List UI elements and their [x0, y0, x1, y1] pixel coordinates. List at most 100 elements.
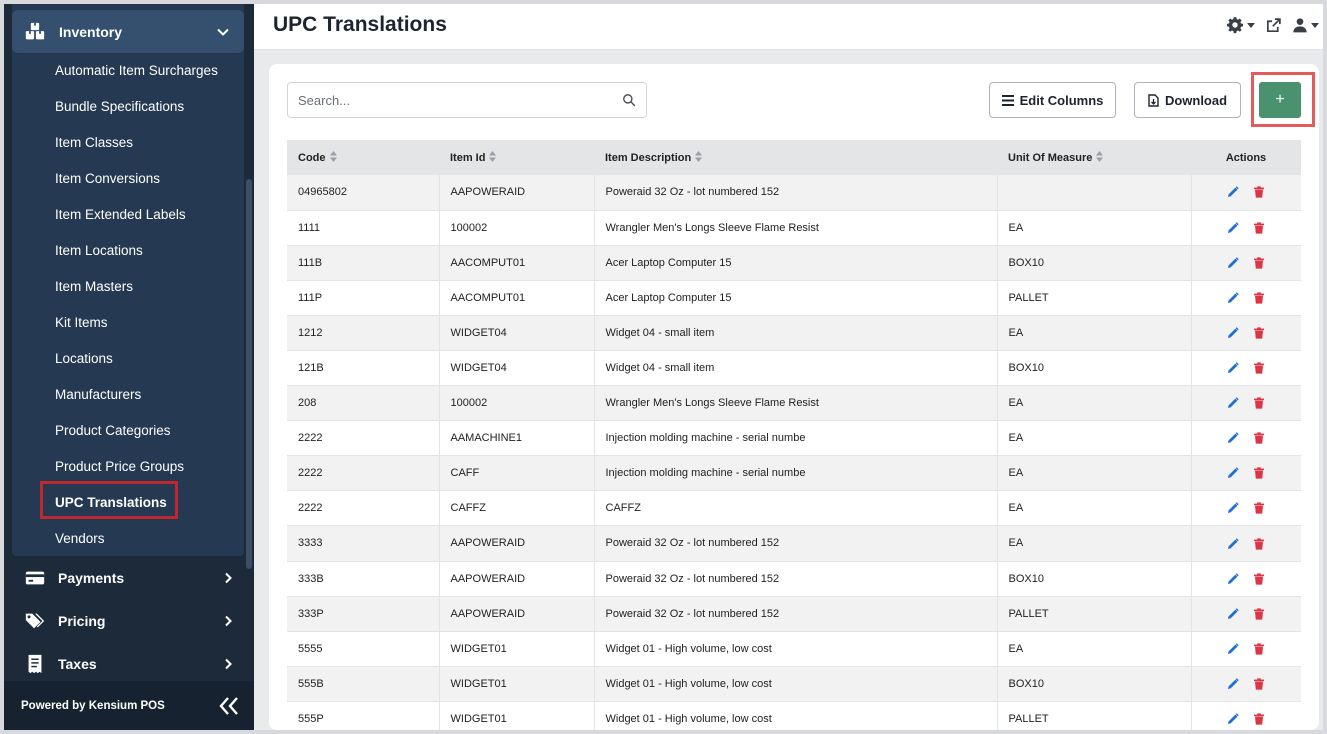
external-link-icon[interactable]	[1265, 17, 1282, 34]
cell-item-id: WIDGET04	[439, 350, 595, 387]
table-row[interactable]: 111B AACOMPUT01 Acer Laptop Computer 15 BOX…	[287, 245, 1301, 281]
sidebar-group-pricing[interactable]: Pricing	[12, 603, 244, 639]
delete-trash-icon[interactable]	[1253, 257, 1265, 269]
table-row[interactable]: 1212 WIDGET04 Widget 04 - small item EA	[287, 315, 1301, 351]
delete-trash-icon[interactable]	[1253, 397, 1265, 409]
sidebar-item-product-price-groups[interactable]: Product Price Groups	[55, 459, 184, 474]
sidebar-group-payments[interactable]: Payments	[12, 560, 244, 596]
edit-pencil-icon[interactable]	[1227, 397, 1239, 409]
edit-pencil-icon[interactable]	[1227, 362, 1239, 374]
cell-item-description: Injection molding machine - serial numbe	[594, 455, 998, 492]
column-header-item-id[interactable]: Item Id	[439, 140, 594, 175]
sort-icon	[489, 151, 497, 162]
table-row[interactable]: 5555 WIDGET01 Widget 01 - High volume, low…	[287, 631, 1301, 667]
cell-code: 555B	[287, 666, 440, 702]
cell-actions	[1191, 350, 1301, 387]
table-row[interactable]: 2222 AAMACHINE1 Injection molding machine …	[287, 420, 1301, 457]
table-row[interactable]: 04965802 AAPOWERAID Poweraid 32 Oz - lot n…	[287, 175, 1301, 211]
settings-menu[interactable]	[1226, 16, 1255, 34]
delete-trash-icon[interactable]	[1253, 292, 1265, 304]
sidebar-item-item-conversions[interactable]: Item Conversions	[55, 171, 160, 186]
cell-item-id: AAPOWERAID	[439, 525, 595, 562]
delete-trash-icon[interactable]	[1253, 573, 1265, 585]
download-button[interactable]: Download	[1134, 82, 1241, 118]
table-row[interactable]: 555B WIDGET01 Widget 01 - High volume, low…	[287, 666, 1301, 702]
edit-pencil-icon[interactable]	[1227, 221, 1239, 234]
sidebar-item-vendors[interactable]: Vendors	[55, 531, 105, 546]
delete-trash-icon[interactable]	[1253, 467, 1265, 479]
edit-pencil-icon[interactable]	[1227, 572, 1239, 585]
search-icon[interactable]	[622, 93, 636, 107]
table-row[interactable]: 333B AAPOWERAID Poweraid 32 Oz - lot numbe…	[287, 561, 1301, 597]
delete-trash-icon[interactable]	[1253, 222, 1265, 234]
edit-pencil-icon[interactable]	[1227, 327, 1239, 339]
sidebar-item-manufacturers[interactable]: Manufacturers	[55, 387, 141, 402]
column-header-unit-of-measure[interactable]: Unit Of Measure	[997, 140, 1191, 175]
cell-item-description: CAFFZ	[594, 490, 998, 527]
cell-unit-of-measure: PALLET	[997, 280, 1192, 316]
table-row[interactable]: 555P WIDGET01 Widget 01 - High volume, low…	[287, 701, 1301, 730]
edit-pencil-icon[interactable]	[1227, 186, 1239, 198]
edit-pencil-icon[interactable]	[1227, 292, 1239, 304]
sidebar-item-upc-translations[interactable]: UPC Translations	[55, 495, 167, 510]
user-menu[interactable]	[1292, 17, 1319, 33]
edit-pencil-icon[interactable]	[1227, 713, 1239, 725]
cell-actions	[1191, 701, 1301, 730]
sidebar-group-inventory[interactable]: Inventory	[12, 10, 244, 53]
delete-trash-icon[interactable]	[1253, 186, 1265, 198]
sidebar-scroll-area[interactable]: Inventory Automatic Item Surcharges Bund…	[4, 4, 254, 681]
delete-trash-icon[interactable]	[1253, 362, 1265, 374]
sidebar-item-automatic-item-surcharges[interactable]: Automatic Item Surcharges	[55, 63, 218, 78]
delete-trash-icon[interactable]	[1253, 643, 1265, 655]
table-row[interactable]: 121B WIDGET04 Widget 04 - small item BOX10	[287, 350, 1301, 387]
table-row[interactable]: 208 100002 Wrangler Men's Longs Sleeve Fla…	[287, 385, 1301, 422]
add-button[interactable]: +	[1259, 82, 1301, 118]
cell-code: 2222	[287, 490, 440, 527]
cell-actions	[1191, 210, 1301, 246]
sidebar-item-product-categories[interactable]: Product Categories	[55, 423, 171, 438]
table-row[interactable]: 333P AAPOWERAID Poweraid 32 Oz - lot numbe…	[287, 596, 1301, 632]
cell-unit-of-measure	[997, 175, 1192, 211]
delete-trash-icon[interactable]	[1253, 713, 1265, 725]
table-row[interactable]: 2222 CAFFZ CAFFZ EA	[287, 490, 1301, 527]
column-header-item-description[interactable]: Item Description	[594, 140, 997, 175]
delete-trash-icon[interactable]	[1253, 608, 1265, 620]
delete-trash-icon[interactable]	[1253, 502, 1265, 515]
cell-code: 1111	[287, 210, 440, 246]
table-row[interactable]: 1111 100002 Wrangler Men's Longs Sleeve Fl…	[287, 210, 1301, 246]
delete-trash-icon[interactable]	[1253, 432, 1265, 444]
cell-unit-of-measure: EA	[997, 385, 1192, 422]
sidebar-group-taxes[interactable]: Taxes	[12, 646, 244, 681]
sidebar-item-item-masters[interactable]: Item Masters	[55, 279, 133, 294]
sidebar-item-item-extended-labels[interactable]: Item Extended Labels	[55, 207, 186, 222]
edit-pencil-icon[interactable]	[1227, 608, 1239, 620]
sidebar-item-item-classes[interactable]: Item Classes	[55, 135, 133, 150]
edit-columns-button[interactable]: Edit Columns	[989, 82, 1116, 118]
sidebar-footer: Powered by Kensium POS	[4, 681, 254, 730]
sidebar-scrollbar-thumb[interactable]	[246, 179, 252, 569]
top-bar-actions	[1226, 16, 1319, 34]
search-input[interactable]	[298, 92, 622, 108]
sidebar-item-bundle-specifications[interactable]: Bundle Specifications	[55, 99, 184, 114]
edit-pencil-icon[interactable]	[1227, 643, 1239, 655]
table-row[interactable]: 3333 AAPOWERAID Poweraid 32 Oz - lot numbe…	[287, 525, 1301, 562]
table-row[interactable]: 111P AACOMPUT01 Acer Laptop Computer 15 PAL…	[287, 280, 1301, 316]
column-header-code[interactable]: Code	[287, 140, 439, 175]
delete-trash-icon[interactable]	[1253, 537, 1265, 550]
edit-pencil-icon[interactable]	[1227, 678, 1239, 690]
cell-item-description: Wrangler Men's Longs Sleeve Flame Resist	[594, 385, 998, 422]
edit-pencil-icon[interactable]	[1227, 432, 1239, 444]
table-row[interactable]: 2222 CAFF Injection molding machine - seri…	[287, 455, 1301, 492]
edit-pencil-icon[interactable]	[1227, 467, 1239, 479]
collapse-sidebar-icon[interactable]	[218, 696, 240, 716]
edit-pencil-icon[interactable]	[1227, 502, 1239, 514]
edit-pencil-icon[interactable]	[1227, 257, 1239, 269]
cell-item-description: Poweraid 32 Oz - lot numbered 152	[594, 175, 998, 211]
sidebar-item-locations[interactable]: Locations	[55, 351, 113, 366]
delete-trash-icon[interactable]	[1253, 678, 1265, 690]
cell-unit-of-measure: EA	[997, 210, 1192, 246]
delete-trash-icon[interactable]	[1253, 327, 1265, 339]
sidebar-item-item-locations[interactable]: Item Locations	[55, 243, 143, 258]
sidebar-item-kit-items[interactable]: Kit Items	[55, 315, 108, 330]
edit-pencil-icon[interactable]	[1227, 537, 1239, 550]
